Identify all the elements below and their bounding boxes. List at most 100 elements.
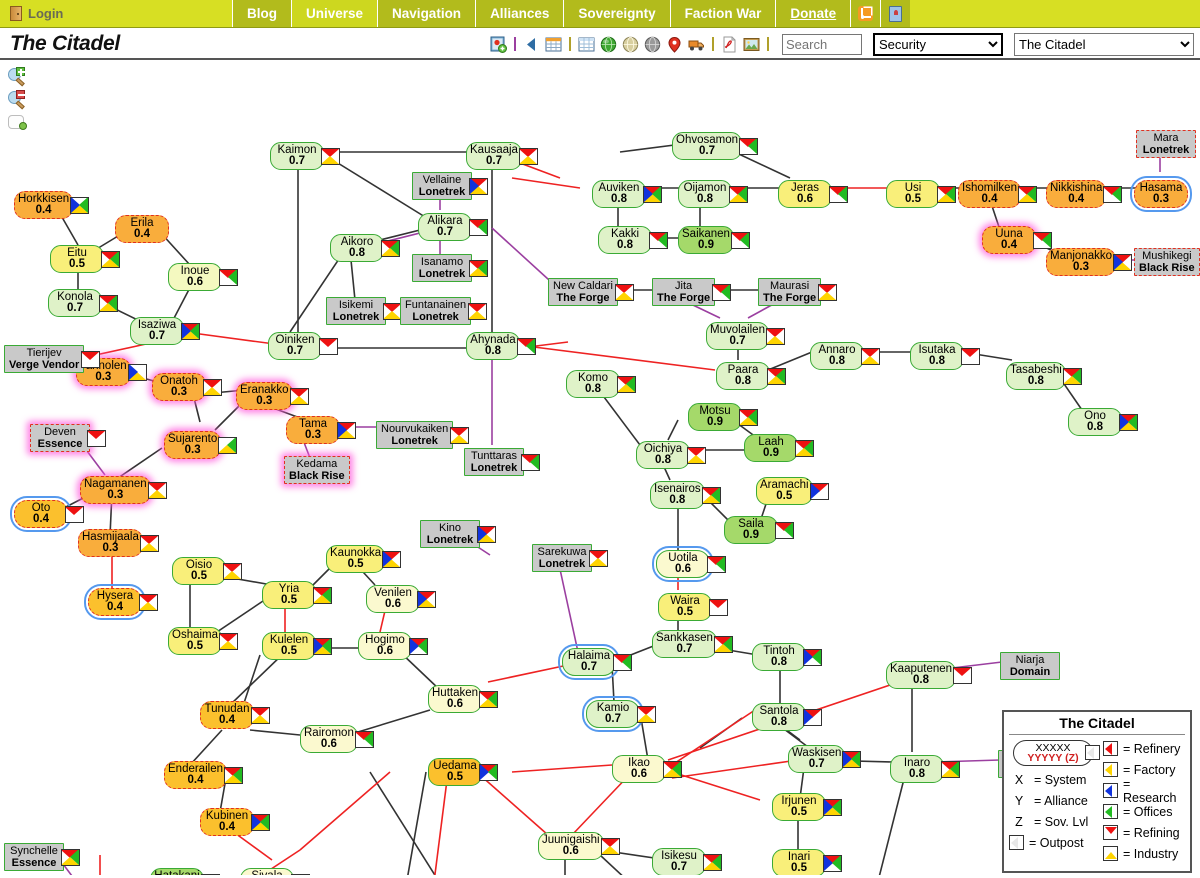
search-input[interactable] (782, 33, 862, 55)
system-node[interactable]: Konola 0.7 (48, 289, 118, 317)
system-node[interactable]: Halaima 0.7 (557, 643, 632, 681)
system-node[interactable]: Erila 0.4 (115, 215, 169, 243)
system-node[interactable]: Santola 0.8 (752, 703, 822, 731)
system-node[interactable]: Kaunokka 0.5 (326, 545, 402, 573)
system-node[interactable]: Sivala0.6 (240, 868, 310, 875)
system-node[interactable]: Auviken 0.8 (592, 180, 662, 208)
system-node[interactable]: Ikao 0.6 (612, 755, 682, 783)
system-node[interactable]: Ono 0.8 (1068, 408, 1138, 436)
system-node[interactable]: Komo 0.8 (566, 370, 636, 398)
region-gateway-node[interactable]: Nourvukaiken Lonetrek (376, 421, 470, 449)
system-node[interactable]: Waira 0.5 (658, 593, 728, 621)
system-node[interactable]: Saikanen 0.9 (678, 226, 750, 254)
system-node[interactable]: Inari 0.5 (772, 849, 842, 875)
spreadsheet-icon[interactable] (545, 36, 562, 53)
system-node[interactable]: Waskisen 0.7 (788, 745, 862, 773)
system-node[interactable]: Kaimon 0.7 (270, 142, 340, 170)
region-gateway-node[interactable]: Sarekuwa Lonetrek (532, 544, 608, 572)
system-node[interactable]: Tunudan 0.4 (200, 701, 270, 729)
system-node[interactable]: Oshaima 0.5 (168, 627, 239, 655)
system-node[interactable]: Uuna 0.4 (982, 226, 1052, 254)
system-node[interactable]: Oichiya 0.8 (636, 441, 706, 469)
image-icon[interactable] (743, 36, 760, 53)
login-button[interactable]: Login (0, 0, 232, 27)
system-node[interactable]: Kulelen 0.5 (262, 632, 332, 660)
system-node[interactable]: Oiniken 0.7 (268, 332, 338, 360)
region-gateway-node[interactable]: Deven Essence (30, 424, 106, 452)
system-node[interactable]: Aramachi 0.5 (756, 477, 829, 505)
system-node[interactable]: Usi 0.5 (886, 180, 956, 208)
system-node[interactable]: Rairomon 0.6 (300, 725, 374, 753)
region-gateway-node[interactable]: Funtanainen Lonetrek (400, 297, 488, 325)
system-node[interactable]: Kamio 0.7 (581, 695, 656, 733)
system-node[interactable]: Motsu 0.9 (688, 403, 758, 431)
wiki-book-button[interactable] (880, 0, 911, 27)
system-node[interactable]: Venilen 0.6 (366, 585, 436, 613)
back-arrow-icon[interactable] (523, 36, 540, 53)
system-node[interactable]: Hasmijaala 0.3 (78, 529, 159, 557)
system-node[interactable]: Laah 0.9 (744, 434, 814, 462)
globe-green-icon[interactable] (600, 36, 617, 53)
pdf-icon[interactable] (721, 36, 738, 53)
system-node[interactable]: Eranakko 0.3 (236, 382, 309, 410)
map-zoom-controls[interactable] (8, 67, 36, 137)
security-filter-select[interactable]: Security (873, 32, 1003, 56)
region-gateway-node[interactable]: Mara Lonetrek (1136, 130, 1196, 158)
system-node[interactable]: Eitu 0.5 (50, 245, 120, 273)
region-gateway-node[interactable]: Vellaine Lonetrek (412, 172, 488, 200)
zoom-in-icon[interactable] (8, 67, 30, 88)
nav-item-blog[interactable]: Blog (232, 0, 291, 27)
system-node[interactable]: Uedama 0.5 (428, 758, 498, 786)
nav-item-faction-war[interactable]: Faction War (669, 0, 776, 27)
system-node[interactable]: Isaziwa 0.7 (130, 317, 200, 345)
region-gateway-node[interactable]: Niarja Domain (1000, 652, 1060, 680)
system-node[interactable]: Saila 0.9 (724, 516, 794, 544)
region-gateway-node[interactable]: Jita The Forge (652, 278, 732, 306)
nav-item-navigation[interactable]: Navigation (377, 0, 476, 27)
system-node[interactable]: Tintoh 0.8 (752, 643, 822, 671)
star-map[interactable]: Horkkisen 0.4 Erila 0.4 Eitu 0.5 Inoue 0.6 Konol… (0, 60, 1200, 875)
system-node[interactable]: Yria 0.5 (262, 581, 332, 609)
system-node[interactable]: Nikkishina 0.4 (1046, 180, 1123, 208)
system-node[interactable]: Annaro 0.8 (810, 342, 880, 370)
region-gateway-node[interactable]: Kedama Black Rise (284, 456, 350, 484)
nav-item-sovereignty[interactable]: Sovereignty (563, 0, 670, 27)
system-node[interactable]: Kausaaja 0.7 (466, 142, 538, 170)
system-node[interactable]: Isenairos 0.8 (650, 481, 721, 509)
system-node[interactable]: Tasabeshi 0.8 (1006, 362, 1082, 390)
map-marker-add-icon[interactable] (490, 36, 507, 53)
system-node[interactable]: Kaaputenen 0.8 (886, 661, 973, 689)
system-node[interactable]: Hasama 0.3 (1129, 175, 1193, 213)
region-gateway-node[interactable]: Synchelle Essence (4, 843, 80, 871)
system-node[interactable]: Ahynada 0.8 (466, 332, 536, 360)
system-node[interactable]: Oijamon 0.8 (678, 180, 748, 208)
reset-view-icon[interactable] (8, 114, 30, 134)
system-node[interactable]: Kakki 0.8 (598, 226, 668, 254)
system-node[interactable]: Onatoh 0.3 (152, 373, 222, 401)
system-node[interactable]: Oisio 0.5 (172, 557, 242, 585)
system-node[interactable]: Ishomilken 0.4 (958, 180, 1037, 208)
nav-item-universe[interactable]: Universe (291, 0, 378, 27)
system-node[interactable]: Hogimo 0.6 (358, 632, 428, 660)
system-node[interactable]: Aikoro 0.8 (330, 234, 400, 262)
system-node[interactable]: Sankkasen 0.7 (652, 630, 733, 658)
system-node[interactable]: Sujarento 0.3 (164, 431, 238, 459)
system-node[interactable]: Hysera 0.4 (83, 583, 158, 621)
system-node[interactable]: Paara 0.8 (716, 362, 786, 390)
system-node[interactable]: Irjunen 0.5 (772, 793, 842, 821)
region-gateway-node[interactable]: Tierijev Verge Vendor (4, 345, 101, 373)
system-node[interactable]: Juunigaishi 0.6 (538, 832, 620, 860)
system-node[interactable]: Nagamanen 0.3 (80, 476, 167, 504)
zoom-out-icon[interactable] (8, 90, 30, 111)
system-node[interactable]: Horkkisen 0.4 (14, 191, 90, 219)
region-gateway-node[interactable]: Isikemi Lonetrek (326, 297, 402, 325)
region-gateway-node[interactable]: Maurasi The Forge (758, 278, 838, 306)
system-node[interactable]: Hatakani0.9 (150, 868, 220, 875)
system-node[interactable]: Kubinen 0.4 (200, 808, 270, 836)
truck-icon[interactable] (688, 36, 705, 53)
system-node[interactable]: Isikesu 0.7 (652, 848, 722, 875)
globe-grey-icon[interactable] (644, 36, 661, 53)
region-select[interactable]: The Citadel (1014, 32, 1194, 56)
globe-gold-icon[interactable] (622, 36, 639, 53)
system-node[interactable]: Inoue 0.6 (168, 263, 238, 291)
